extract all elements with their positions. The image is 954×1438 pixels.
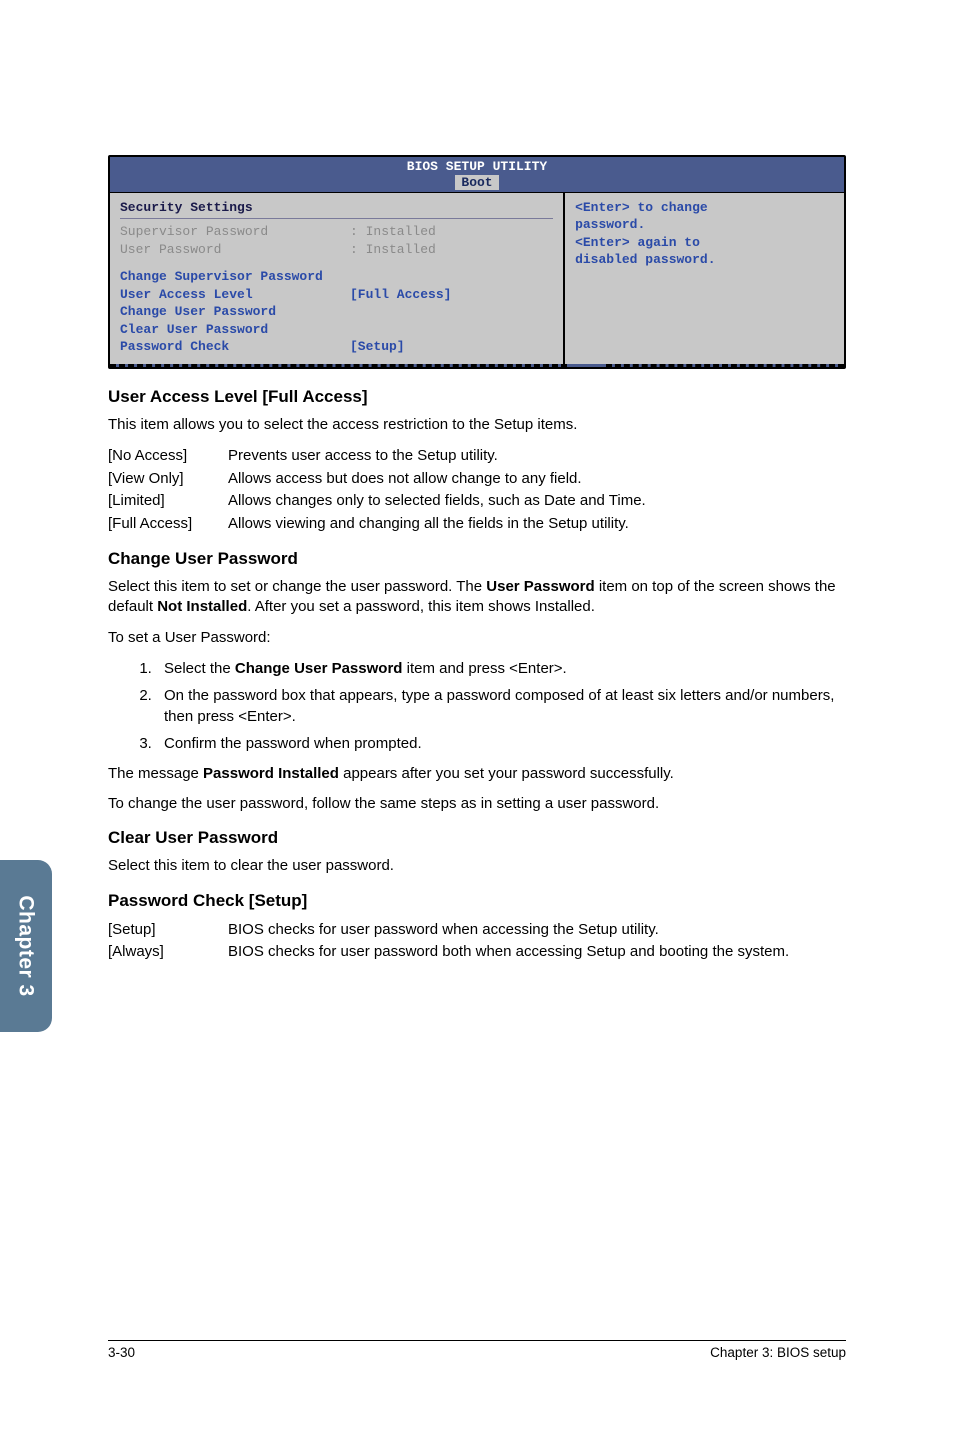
bios-left-pane: Security Settings Supervisor Password : … xyxy=(110,193,565,364)
option-key: [Setup] xyxy=(108,919,228,942)
list-item: Select the Change User Password item and… xyxy=(156,658,846,679)
option-val: BIOS checks for user password both when … xyxy=(228,941,846,964)
user-access-level-label: User Access Level xyxy=(120,286,350,304)
clear-user-password-heading: Clear User Password xyxy=(108,828,846,848)
change-password-note: To change the user password, follow the … xyxy=(108,794,846,814)
bios-tab-row: Boot xyxy=(110,175,844,192)
password-check-options: [Setup]BIOS checks for user password whe… xyxy=(108,919,846,964)
bios-panel: BIOS SETUP UTILITY Boot Security Setting… xyxy=(108,155,846,369)
chapter-tab-label: Chapter 3 xyxy=(14,895,38,996)
bios-help-pane: <Enter> to change password. <Enter> agai… xyxy=(565,193,844,364)
list-item: On the password box that appears, type a… xyxy=(156,685,846,727)
option-key: [Full Access] xyxy=(108,513,228,536)
page-footer: 3-30 Chapter 3: BIOS setup xyxy=(0,1340,954,1360)
option-val: Allows viewing and changing all the fiel… xyxy=(228,513,846,536)
clear-user-password-item[interactable]: Clear User Password xyxy=(120,321,553,339)
change-supervisor-password-item[interactable]: Change Supervisor Password xyxy=(120,268,553,286)
change-user-password-p1: Select this item to set or change the us… xyxy=(108,577,846,618)
page-number: 3-30 xyxy=(108,1345,135,1360)
option-key: [Limited] xyxy=(108,490,228,513)
user-password-label: User Password xyxy=(120,241,350,259)
password-check-heading: Password Check [Setup] xyxy=(108,891,846,911)
help-line: <Enter> again to xyxy=(575,234,834,252)
help-line: password. xyxy=(575,216,834,234)
set-user-password-steps: Select the Change User Password item and… xyxy=(108,658,846,754)
chapter-tab: Chapter 3 xyxy=(0,860,52,1032)
help-line: disabled password. xyxy=(575,251,834,269)
user-access-level-intro: This item allows you to select the acces… xyxy=(108,415,846,435)
password-check-label: Password Check xyxy=(120,338,350,356)
option-val: Prevents user access to the Setup utilit… xyxy=(228,445,846,468)
user-password-value: : Installed xyxy=(350,241,436,259)
user-access-level-value: [Full Access] xyxy=(350,286,451,304)
password-check-value: [Setup] xyxy=(350,338,405,356)
option-val: BIOS checks for user password when acces… xyxy=(228,919,846,942)
help-line: <Enter> to change xyxy=(575,199,834,217)
chapter-label: Chapter 3: BIOS setup xyxy=(710,1345,846,1360)
user-access-level-options: [No Access]Prevents user access to the S… xyxy=(108,445,846,535)
supervisor-password-label: Supervisor Password xyxy=(120,223,350,241)
change-user-password-heading: Change User Password xyxy=(108,549,846,569)
option-val: Allows access but does not allow change … xyxy=(228,468,846,491)
option-key: [No Access] xyxy=(108,445,228,468)
clear-user-password-p: Select this item to clear the user passw… xyxy=(108,856,846,876)
security-heading: Security Settings xyxy=(120,199,553,219)
option-key: [View Only] xyxy=(108,468,228,491)
change-user-password-item[interactable]: Change User Password xyxy=(120,303,553,321)
password-installed-msg: The message Password Installed appears a… xyxy=(108,764,846,784)
user-access-level-heading: User Access Level [Full Access] xyxy=(108,387,846,407)
option-key: [Always] xyxy=(108,941,228,964)
password-check-item[interactable]: Password Check [Setup] xyxy=(120,338,553,356)
list-item: Confirm the password when prompted. xyxy=(156,733,846,754)
set-user-password-label: To set a User Password: xyxy=(108,628,846,648)
dashed-divider xyxy=(110,364,844,367)
supervisor-password-value: : Installed xyxy=(350,223,436,241)
user-access-level-item[interactable]: User Access Level [Full Access] xyxy=(120,286,553,304)
bios-tab-boot[interactable]: Boot xyxy=(455,175,498,190)
option-val: Allows changes only to selected fields, … xyxy=(228,490,846,513)
bios-title: BIOS SETUP UTILITY xyxy=(110,157,844,175)
